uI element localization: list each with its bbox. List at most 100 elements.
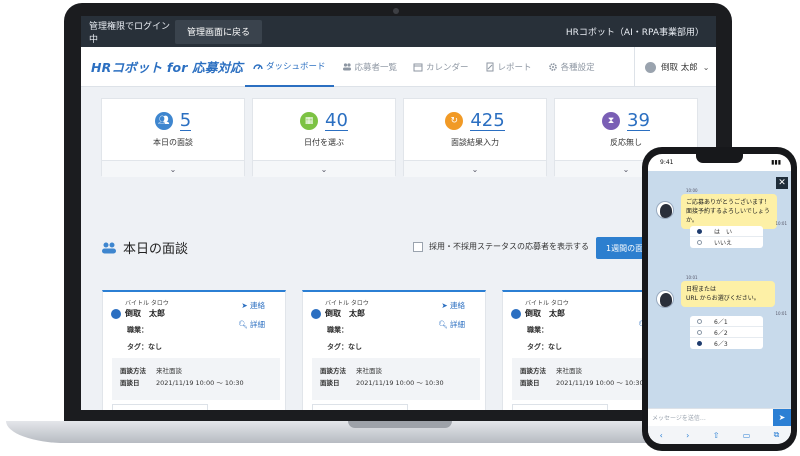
job-field: 職業： bbox=[327, 326, 348, 334]
gear-icon bbox=[548, 62, 557, 71]
camera bbox=[393, 8, 399, 14]
choice-option[interactable]: は い bbox=[690, 226, 763, 237]
checkbox[interactable] bbox=[413, 241, 423, 252]
job-field: 職業： bbox=[127, 326, 148, 334]
choice-option[interactable]: いいえ bbox=[690, 237, 763, 248]
people-icon: 👥︎ bbox=[154, 112, 173, 130]
avatar-icon bbox=[511, 308, 521, 319]
stat-value[interactable]: 5 bbox=[179, 111, 192, 131]
choice-label: は い bbox=[714, 228, 733, 236]
date-label: 面談日 bbox=[320, 379, 340, 387]
people-icon bbox=[342, 62, 351, 70]
choice-option[interactable]: 6／1 bbox=[690, 316, 763, 327]
message-input-bar: メッセージを送信… ➤ bbox=[648, 408, 791, 427]
chat-window: ✕ 10:00 ご応募ありがとうございます！ 面接予約するよろしいでしょうか。 … bbox=[648, 171, 791, 408]
applicant[interactable]: 倒取 太郎 bbox=[311, 308, 365, 319]
send-icon[interactable]: ➤ bbox=[773, 408, 791, 427]
nav-applicants[interactable]: 応募者一覧 bbox=[334, 47, 406, 87]
stat-value[interactable]: 40 bbox=[325, 111, 348, 131]
back-to-admin-button[interactable]: 管理画面に戻る bbox=[175, 19, 263, 44]
share-icon[interactable]: ⇧ bbox=[713, 431, 720, 440]
date-value: 2021/11/19 10:00 〜 10:30 bbox=[356, 379, 444, 387]
job-field: 職業： bbox=[527, 326, 548, 334]
device-mockup: 管理権限でログイン中 管理画面に戻る HRコボット（AI・RPA事業部用） HR… bbox=[0, 0, 800, 456]
bot-avatar bbox=[656, 201, 674, 219]
message-time: 10:00 bbox=[686, 188, 698, 193]
message-time: 10:01 bbox=[775, 221, 787, 226]
applicant-name: 倒取 太郎 bbox=[525, 309, 565, 318]
applicant-name: 倒取 太郎 bbox=[125, 309, 165, 318]
applicant[interactable]: 倒取 太郎 bbox=[111, 308, 165, 319]
contact-label: 連絡 bbox=[250, 301, 265, 310]
calendar-icon bbox=[413, 63, 423, 71]
nav-report[interactable]: レポート bbox=[477, 47, 540, 87]
applicant[interactable]: 倒取 太郎 bbox=[511, 308, 565, 319]
tag-field: タグ：なし bbox=[327, 343, 362, 351]
date-label: 面談日 bbox=[520, 379, 540, 387]
method-value: 来社面談 bbox=[156, 367, 182, 375]
close-icon[interactable]: ✕ bbox=[776, 177, 788, 189]
stat-value[interactable]: 425 bbox=[470, 111, 505, 131]
stat-cards: 👥︎ 5 本日の面談 ⌄ ▦ 40 日付を選ぶ ⌄ ↻ 425 面談結果入力 ⌄… bbox=[101, 98, 698, 177]
radio-selected[interactable] bbox=[697, 341, 702, 346]
result-input-box[interactable] bbox=[112, 404, 208, 410]
forward-icon[interactable]: › bbox=[686, 431, 689, 440]
nav-settings[interactable]: 各種設定 bbox=[540, 47, 603, 87]
expand-chevron-icon[interactable]: ⌄ bbox=[102, 160, 244, 177]
radio-selected[interactable] bbox=[697, 228, 702, 234]
radio[interactable] bbox=[697, 329, 702, 335]
stat-card-today[interactable]: 👥︎ 5 本日の面談 ⌄ bbox=[101, 98, 245, 177]
result-input-box[interactable] bbox=[312, 404, 408, 410]
stat-label: 本日の面談 bbox=[153, 138, 193, 147]
stat-card-result-input[interactable]: ↻ 425 面談結果入力 ⌄ bbox=[403, 98, 547, 177]
radio[interactable] bbox=[697, 318, 702, 324]
logo[interactable]: HRコボット for 応募対応 bbox=[81, 57, 245, 76]
result-input-box[interactable] bbox=[512, 404, 608, 410]
choice-list-dates: 6／1 6／2 6／3 bbox=[690, 316, 763, 349]
interview-card[interactable]: バイトル タロウ 倒取 太郎 ➤ 連絡 🔍︎ 詳細 職業： タグ：なし 面談方法… bbox=[102, 290, 286, 410]
phone-time: 9:41 bbox=[660, 159, 674, 166]
tabs-icon[interactable]: ⧉ bbox=[774, 430, 780, 440]
show-status-toggle[interactable]: 採用・不採用ステータスの応募者を表示する bbox=[413, 241, 589, 252]
admin-bar: 管理権限でログイン中 管理画面に戻る HRコボット（AI・RPA事業部用） bbox=[81, 16, 716, 47]
hourglass-icon: ⧗ bbox=[602, 112, 621, 130]
nav-calendar-label: カレンダー bbox=[426, 62, 469, 73]
choice-option[interactable]: 6／2 bbox=[690, 327, 763, 338]
detail-link[interactable]: 🔍︎ 詳細 bbox=[438, 319, 465, 330]
contact-link[interactable]: ➤ 連絡 bbox=[441, 300, 465, 311]
choice-label: 6／1 bbox=[714, 318, 728, 326]
stat-label: 日付を選ぶ bbox=[304, 138, 344, 147]
message-time: 10:01 bbox=[775, 311, 787, 316]
interview-info: 面談方法 来社面談 面談日 2021/11/19 10:00 〜 10:30 bbox=[312, 358, 480, 400]
message-input[interactable]: メッセージを送信… bbox=[648, 413, 773, 422]
stat-value[interactable]: 39 bbox=[627, 111, 650, 131]
nav-dashboard[interactable]: ダッシュボード bbox=[245, 47, 334, 87]
stat-card-choose-date[interactable]: ▦ 40 日付を選ぶ ⌄ bbox=[252, 98, 396, 177]
choice-list-yes-no: は い いいえ bbox=[690, 226, 763, 248]
bookmarks-icon[interactable]: ▭ bbox=[743, 431, 751, 440]
expand-chevron-icon[interactable]: ⌄ bbox=[404, 160, 546, 177]
contact-label: 連絡 bbox=[450, 301, 465, 310]
user-menu[interactable]: 倒取 太郎 ⌄ bbox=[634, 47, 716, 87]
detail-label: 詳細 bbox=[450, 320, 465, 329]
choice-label: いいえ bbox=[714, 240, 733, 247]
radio[interactable] bbox=[697, 240, 702, 245]
choice-option[interactable]: 6／3 bbox=[690, 338, 763, 349]
choice-label: 6／3 bbox=[714, 341, 728, 348]
bot-message: 日程または URL からお選びください。 bbox=[681, 281, 775, 307]
chevron-down-icon: ⌄ bbox=[702, 62, 710, 72]
nav-calendar[interactable]: カレンダー bbox=[405, 47, 477, 87]
toggle-label: 採用・不採用ステータスの応募者を表示する bbox=[429, 242, 589, 251]
tag-field: タグ：なし bbox=[127, 343, 162, 351]
applicant-kana: バイトル タロウ bbox=[525, 300, 569, 307]
back-icon[interactable]: ‹ bbox=[660, 431, 663, 440]
interview-card[interactable]: バイトル タロウ 倒取 太郎 ➤ 連絡 🔍︎ 詳細 職業： タグ：なし 面談方法… bbox=[302, 290, 486, 410]
contact-link[interactable]: ➤ 連絡 bbox=[241, 300, 265, 311]
section-title-text: 本日の面談 bbox=[123, 242, 189, 257]
user-name: 倒取 太郎 bbox=[661, 63, 698, 73]
tenant-name: HRコボット（AI・RPA事業部用） bbox=[565, 28, 704, 38]
nav-applicants-label: 応募者一覧 bbox=[354, 62, 398, 73]
detail-link[interactable]: 🔍︎ 詳細 bbox=[238, 319, 265, 330]
nav-dashboard-label: ダッシュボード bbox=[266, 61, 326, 72]
expand-chevron-icon[interactable]: ⌄ bbox=[253, 160, 395, 177]
